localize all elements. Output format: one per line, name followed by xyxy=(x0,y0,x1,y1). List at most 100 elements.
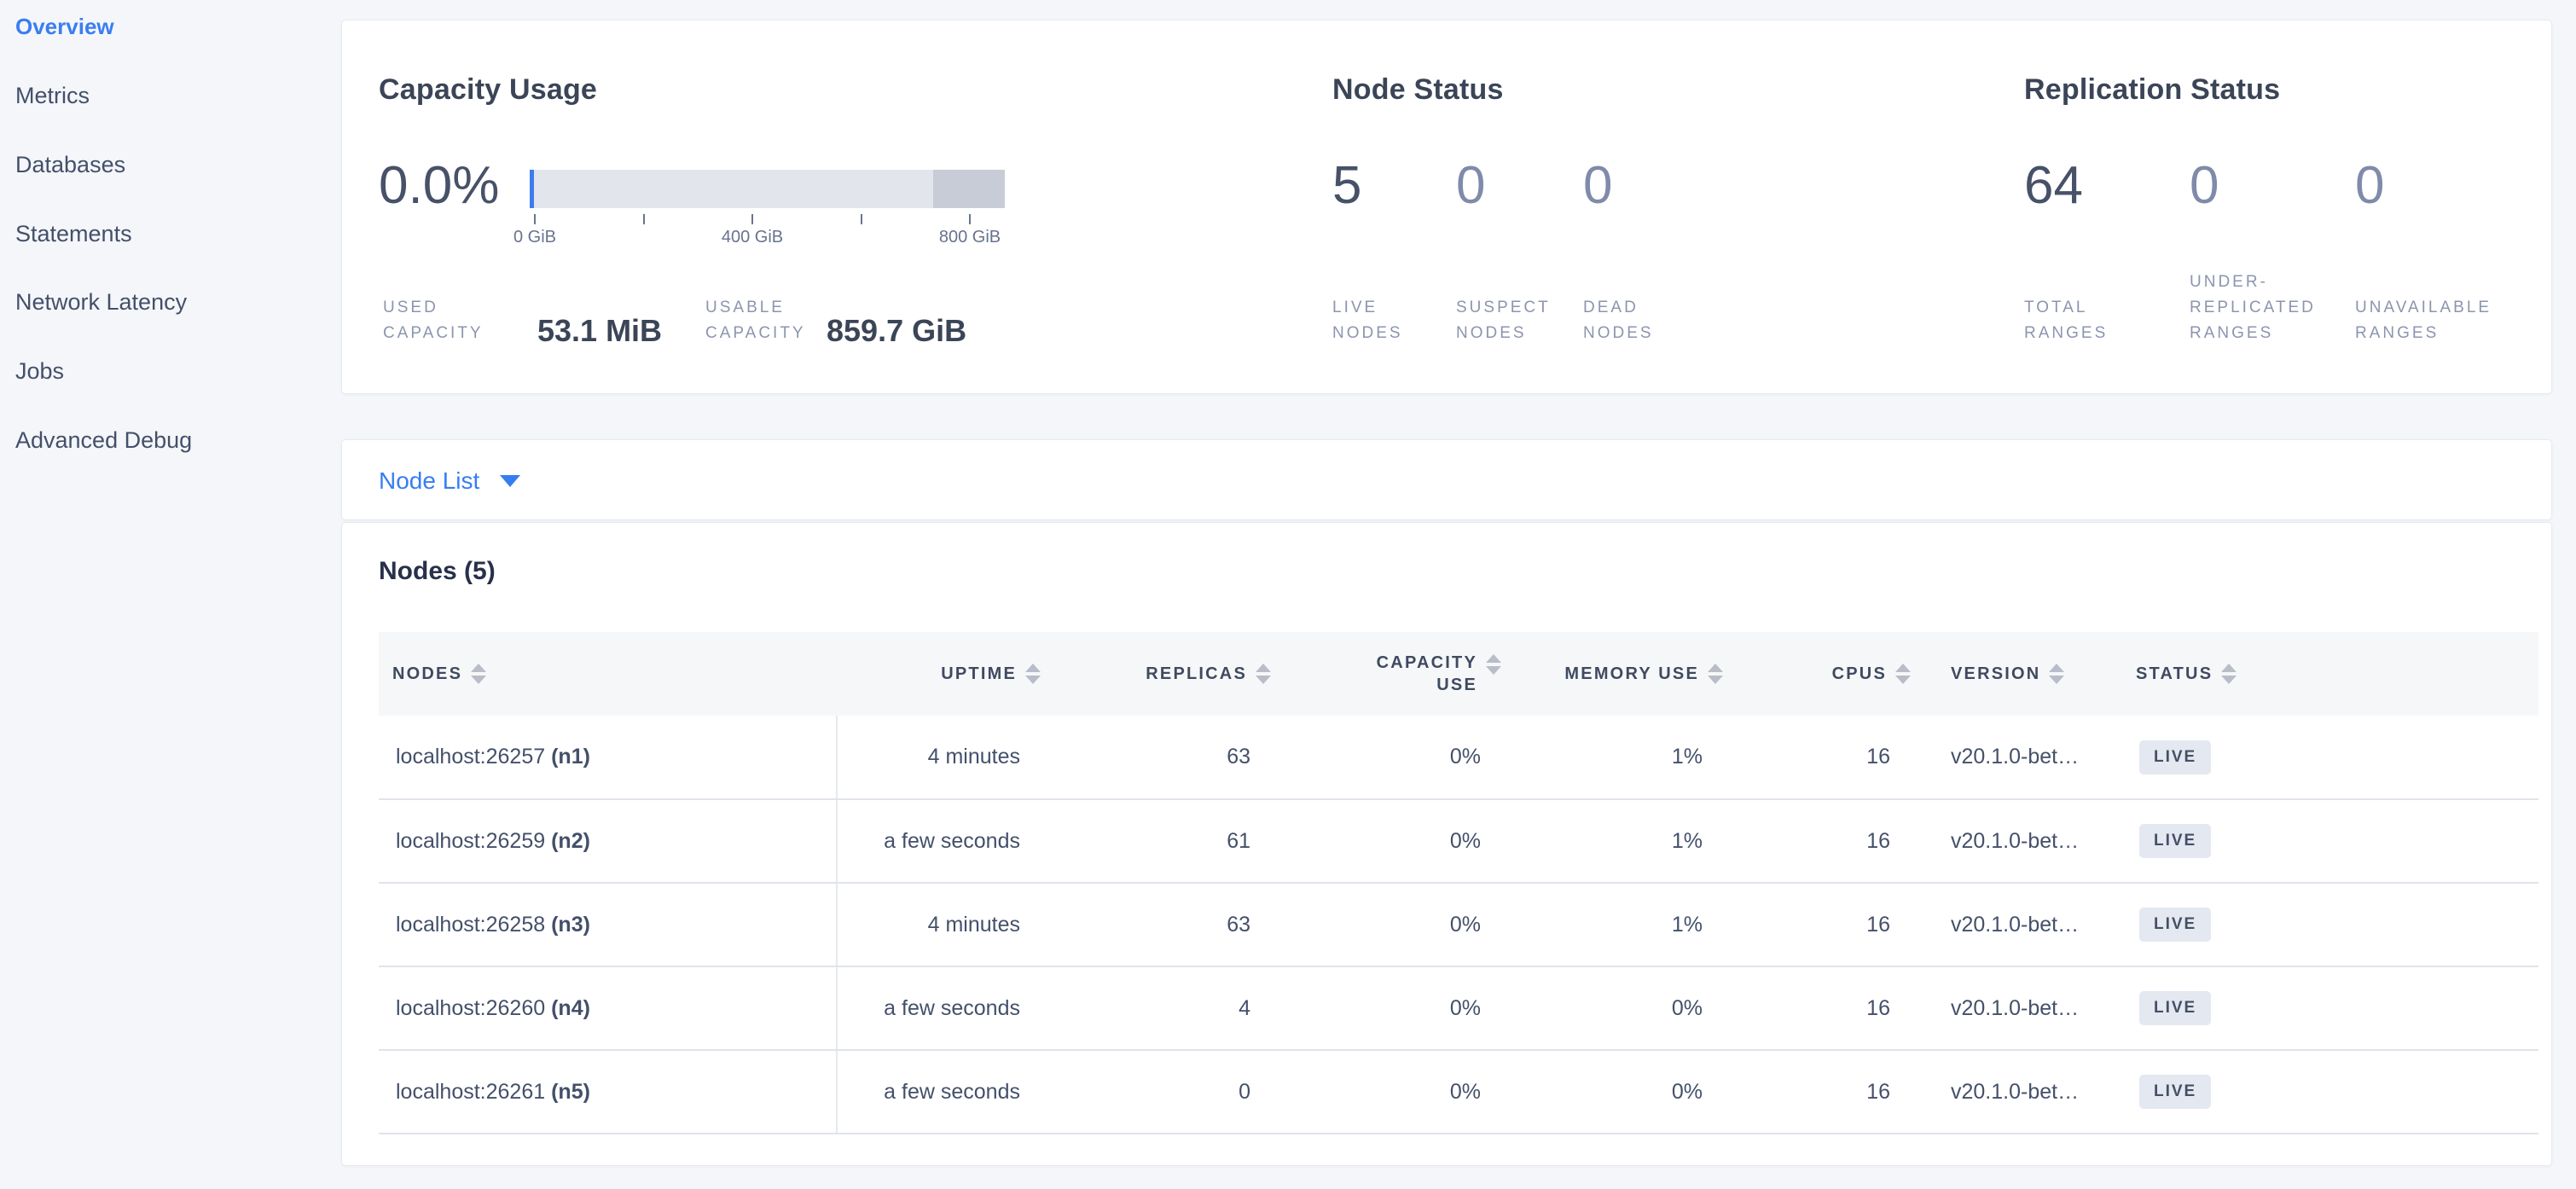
capacity-use-cell: 0% xyxy=(1276,1050,1506,1134)
node-id: (n1) xyxy=(551,745,590,768)
capacity-use-cell: 0% xyxy=(1276,799,1506,883)
column-header-uptime[interactable]: UPTIME xyxy=(837,632,1046,716)
column-header-nodes[interactable]: NODES xyxy=(379,632,837,716)
node-address: localhost:26259 xyxy=(396,829,545,853)
node-address-cell[interactable]: localhost:26257 (n1) xyxy=(379,716,837,799)
status-cell: LIVE xyxy=(2116,1050,2538,1134)
replicas-cell: 61 xyxy=(1046,799,1276,883)
cpus-cell: 16 xyxy=(1728,966,1916,1050)
node-address-cell[interactable]: localhost:26258 (n3) xyxy=(379,883,837,966)
memory-use-cell: 1% xyxy=(1506,799,1728,883)
capacity-gauge: 0 GiB 400 GiB 800 GiB xyxy=(530,170,1005,208)
nodes-table-title: Nodes (5) xyxy=(379,557,496,586)
version-cell: v20.1.0-bet… xyxy=(1916,716,2116,799)
used-capacity-label: USED CAPACITY xyxy=(383,295,484,346)
under-replicated-label: UNDER- REPLICATED RANGES xyxy=(2190,270,2316,346)
sort-icon xyxy=(2221,664,2237,684)
uptime-cell: 4 minutes xyxy=(837,716,1046,799)
node-address-cell[interactable]: localhost:26261 (n5) xyxy=(379,1050,837,1134)
sidebar-item-jobs[interactable]: Jobs xyxy=(15,358,64,384)
sort-icon xyxy=(1895,664,1911,684)
status-cell: LIVE xyxy=(2116,883,2538,966)
gauge-tick xyxy=(969,214,971,224)
column-label: UPTIME xyxy=(941,663,1017,685)
uptime-cell: a few seconds xyxy=(837,966,1046,1050)
sort-icon xyxy=(471,664,486,684)
node-list-label: Node List xyxy=(379,467,479,495)
status-badge: LIVE xyxy=(2139,1075,2211,1109)
sidebar-item-advanced-debug[interactable]: Advanced Debug xyxy=(15,427,192,453)
sort-icon xyxy=(1486,654,1501,675)
node-address-cell[interactable]: localhost:26259 (n2) xyxy=(379,799,837,883)
memory-use-cell: 1% xyxy=(1506,716,1728,799)
suspect-nodes-count: 0 xyxy=(1456,155,1485,217)
status-cell: LIVE xyxy=(2116,966,2538,1050)
node-address: localhost:26258 xyxy=(396,913,545,937)
node-address: localhost:26257 xyxy=(396,745,545,768)
live-nodes-label: LIVE NODES xyxy=(1332,295,1403,346)
uptime-cell: a few seconds xyxy=(837,799,1046,883)
column-label: NODES xyxy=(392,663,462,685)
gauge-tick xyxy=(751,214,753,224)
column-label: CAPACITY USE xyxy=(1377,652,1477,696)
version-cell: v20.1.0-bet… xyxy=(1916,799,2116,883)
replicas-cell: 63 xyxy=(1046,716,1276,799)
column-label: STATUS xyxy=(2136,663,2213,685)
unavailable-count: 0 xyxy=(2355,155,2384,217)
column-label: REPLICAS xyxy=(1146,663,1247,685)
capacity-gauge-used xyxy=(530,170,534,208)
sidebar: Overview Metrics Databases Statements Ne… xyxy=(0,0,341,1189)
status-cell: LIVE xyxy=(2116,799,2538,883)
under-replicated-count: 0 xyxy=(2190,155,2219,217)
node-address: localhost:26260 xyxy=(396,996,545,1020)
column-header-replicas[interactable]: REPLICAS xyxy=(1046,632,1276,716)
gauge-tick-label-800: 800 GiB xyxy=(939,228,1001,247)
node-address-cell[interactable]: localhost:26260 (n4) xyxy=(379,966,837,1050)
sidebar-item-overview[interactable]: Overview xyxy=(15,14,114,39)
gauge-tick xyxy=(861,214,862,224)
version-cell: v20.1.0-bet… xyxy=(1916,966,2116,1050)
capacity-usage-title: Capacity Usage xyxy=(379,73,597,107)
column-header-status[interactable]: STATUS xyxy=(2116,632,2538,716)
column-header-memory-use[interactable]: MEMORY USE xyxy=(1506,632,1728,716)
capacity-used-percent: 0.0% xyxy=(379,155,499,217)
memory-use-cell: 0% xyxy=(1506,1050,1728,1134)
capacity-use-cell: 0% xyxy=(1276,883,1506,966)
node-address: localhost:26261 xyxy=(396,1080,545,1104)
uptime-cell: 4 minutes xyxy=(837,883,1046,966)
sidebar-item-network-latency[interactable]: Network Latency xyxy=(15,289,187,315)
nodes-table-card: Nodes (5) NODES UPTIME REPLICAS CAPACITY… xyxy=(341,522,2552,1166)
sort-icon xyxy=(1025,664,1041,684)
table-row: localhost:26259 (n2) a few seconds 61 0%… xyxy=(379,799,2538,883)
nodes-table: NODES UPTIME REPLICAS CAPACITY USE MEMOR… xyxy=(379,632,2538,1134)
version-cell: v20.1.0-bet… xyxy=(1916,883,2116,966)
node-list-dropdown[interactable]: Node List xyxy=(379,440,520,521)
uptime-cell: a few seconds xyxy=(837,1050,1046,1134)
dead-nodes-label: DEAD NODES xyxy=(1583,295,1654,346)
memory-use-cell: 0% xyxy=(1506,966,1728,1050)
gauge-tick xyxy=(643,214,645,224)
gauge-tick-label-400: 400 GiB xyxy=(722,228,783,247)
usable-capacity-label: USABLE CAPACITY xyxy=(705,295,806,346)
chevron-down-icon xyxy=(500,475,520,487)
sidebar-item-metrics[interactable]: Metrics xyxy=(15,83,90,108)
column-header-cpus[interactable]: CPUS xyxy=(1728,632,1916,716)
sort-icon xyxy=(2049,664,2064,684)
replicas-cell: 63 xyxy=(1046,883,1276,966)
replicas-cell: 0 xyxy=(1046,1050,1276,1134)
version-cell: v20.1.0-bet… xyxy=(1916,1050,2116,1134)
table-header-row: NODES UPTIME REPLICAS CAPACITY USE MEMOR… xyxy=(379,632,2538,716)
table-row: localhost:26261 (n5) a few seconds 0 0% … xyxy=(379,1050,2538,1134)
node-status-title: Node Status xyxy=(1332,73,1504,107)
memory-use-cell: 1% xyxy=(1506,883,1728,966)
sort-icon xyxy=(1256,664,1271,684)
column-header-version[interactable]: VERSION xyxy=(1916,632,2116,716)
node-id: (n2) xyxy=(551,829,590,853)
sidebar-item-statements[interactable]: Statements xyxy=(15,221,132,246)
column-header-capacity-use[interactable]: CAPACITY USE xyxy=(1276,632,1506,716)
sidebar-item-databases[interactable]: Databases xyxy=(15,152,125,177)
capacity-gauge-remainder xyxy=(933,170,1005,208)
status-badge: LIVE xyxy=(2139,824,2211,858)
replicas-cell: 4 xyxy=(1046,966,1276,1050)
column-label: VERSION xyxy=(1951,663,2040,685)
